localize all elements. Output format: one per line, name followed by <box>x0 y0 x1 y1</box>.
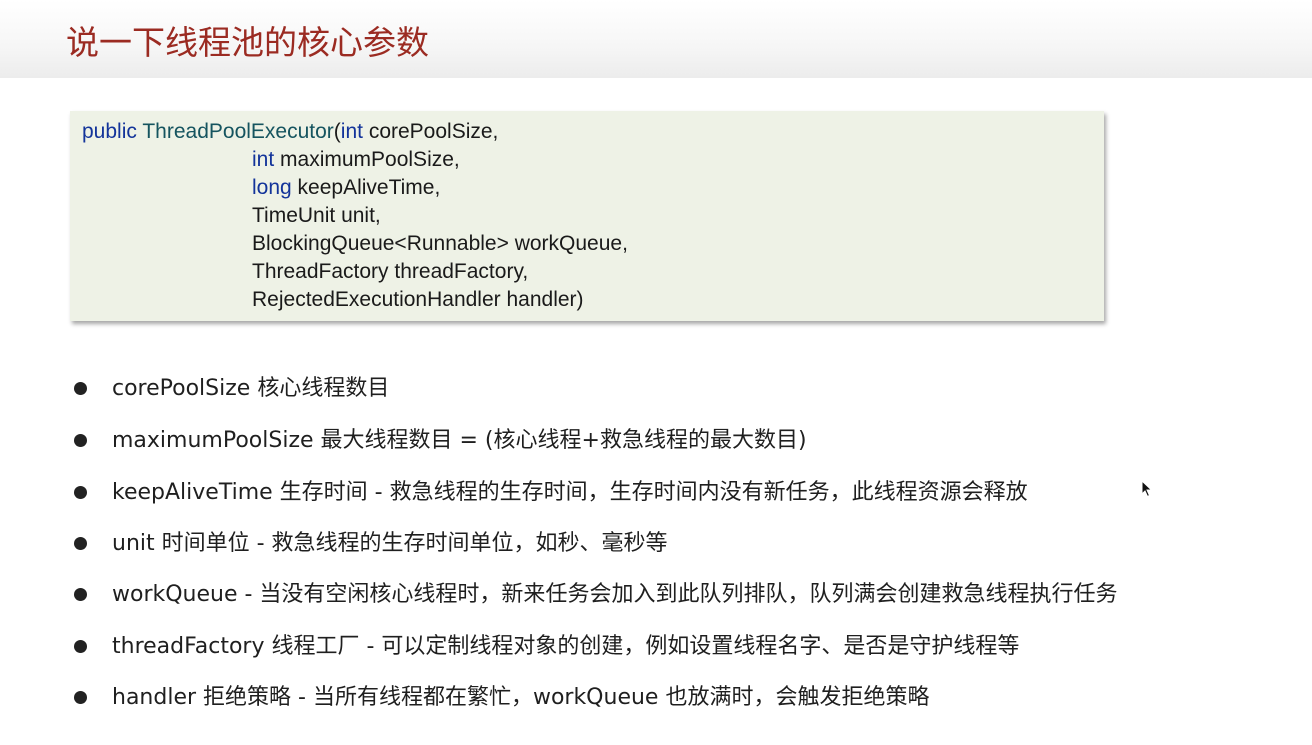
code-paren: ( <box>333 120 341 143</box>
bullet-icon <box>74 588 87 601</box>
code-keyword: public <box>82 120 137 143</box>
code-line-5: BlockingQueue<Runnable> workQueue, <box>252 232 628 255</box>
list-item-text: handler 拒绝策略 - 当所有线程都在繁忙，workQueue 也放满时，… <box>112 685 930 710</box>
bullet-icon <box>74 486 87 499</box>
code-line-4: TimeUnit unit, <box>252 204 381 227</box>
bullet-icon <box>74 691 87 704</box>
code-keyword: int <box>340 120 363 143</box>
code-line-6: ThreadFactory threadFactory, <box>252 260 529 283</box>
list-item-text: workQueue - 当没有空闲核心线程时，新来任务会加入到此队列排队，队列满… <box>112 582 1118 607</box>
mouse-pointer-icon <box>1141 480 1153 498</box>
bullet-icon <box>74 434 87 447</box>
code-line-1: public ThreadPoolExecutor(int corePoolSi… <box>82 118 498 146</box>
code-block: public ThreadPoolExecutor(int corePoolSi… <box>70 111 1104 321</box>
code-param: keepAliveTime, <box>291 176 441 199</box>
list-item-text: maximumPoolSize 最大线程数目 = (核心线程+救急线程的最大数目… <box>112 428 807 453</box>
code-class-name: ThreadPoolExecutor <box>142 120 334 143</box>
code-line-3: long keepAliveTime, <box>252 174 440 202</box>
list-item-text: threadFactory 线程工厂 - 可以定制线程对象的创建，例如设置线程名… <box>112 634 1020 659</box>
code-keyword: long <box>252 176 292 199</box>
bullet-icon <box>74 382 87 395</box>
list-item-text: unit 时间单位 - 救急线程的生存时间单位，如秒、毫秒等 <box>112 531 668 556</box>
list-item-text: corePoolSize 核心线程数目 <box>112 376 390 401</box>
code-keyword: int <box>252 148 275 171</box>
code-line-7: RejectedExecutionHandler handler) <box>252 288 584 311</box>
list-item-text: keepAliveTime 生存时间 - 救急线程的生存时间，生存时间内没有新任… <box>112 480 1028 505</box>
slide-title: 说一下线程池的核心参数 <box>66 23 429 62</box>
code-line-2: int maximumPoolSize, <box>252 146 460 174</box>
code-param: maximumPoolSize, <box>274 148 460 171</box>
bullet-icon <box>74 640 87 653</box>
bullet-icon <box>74 537 87 550</box>
code-param: corePoolSize, <box>362 120 499 143</box>
